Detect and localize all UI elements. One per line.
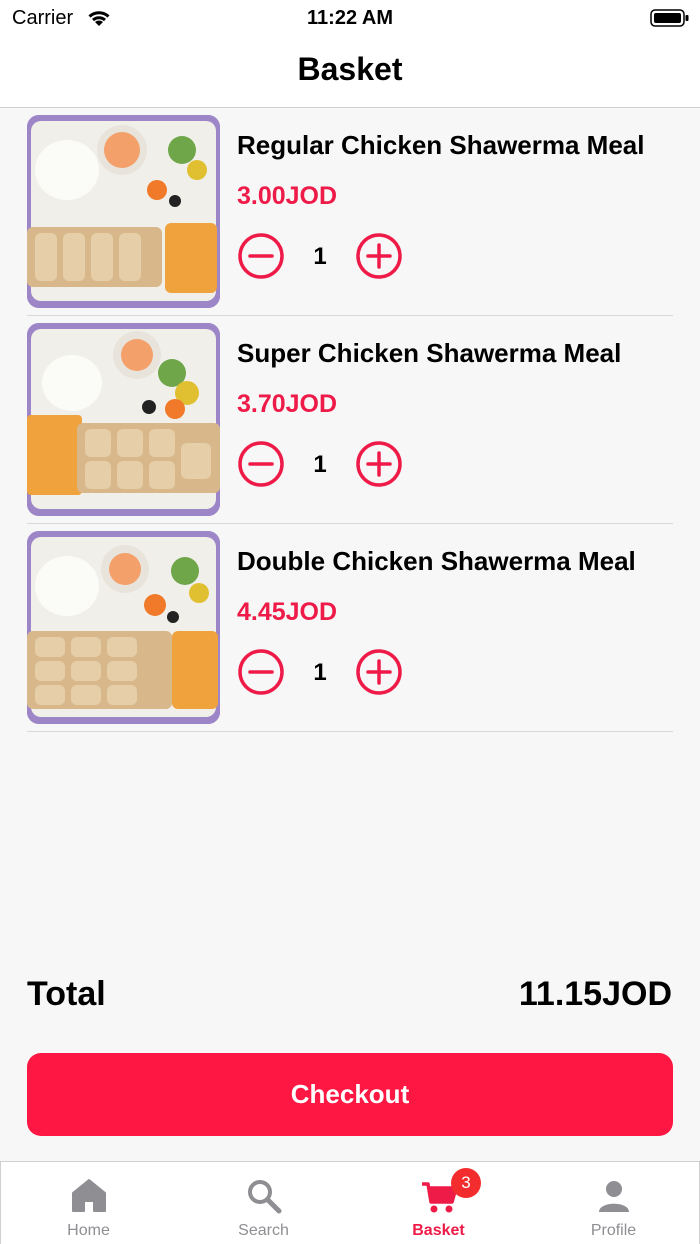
tab-profile[interactable]: Profile xyxy=(526,1162,700,1244)
status-bar: Carrier 11:22 AM xyxy=(0,0,700,36)
quantity-value: 1 xyxy=(313,243,327,270)
increase-quantity-button[interactable] xyxy=(355,232,403,280)
tab-search[interactable]: Search xyxy=(176,1162,351,1244)
item-name: Super Chicken Shawerma Meal xyxy=(237,338,622,368)
battery-icon xyxy=(650,9,689,27)
total-label: Total xyxy=(27,975,106,1013)
tab-label: Home xyxy=(67,1222,110,1239)
decrease-quantity-button[interactable] xyxy=(237,648,285,696)
item-name: Regular Chicken Shawerma Meal xyxy=(237,130,645,160)
meal-image xyxy=(27,115,220,308)
tab-label: Search xyxy=(238,1222,289,1239)
cart-count-badge: 3 xyxy=(451,1168,481,1198)
meal-image xyxy=(27,323,220,516)
status-time: 11:22 AM xyxy=(307,7,393,29)
quantity-value: 1 xyxy=(313,451,327,478)
tab-home[interactable]: Home xyxy=(1,1162,176,1244)
item-price: 3.70JOD xyxy=(237,390,338,418)
item-price: 3.00JOD xyxy=(237,182,338,210)
basket-item: Regular Chicken Shawerma Meal 3.00JOD 1 xyxy=(27,108,673,316)
increase-quantity-button[interactable] xyxy=(355,440,403,488)
basket-item: Super Chicken Shawerma Meal 3.70JOD 1 xyxy=(27,316,673,524)
item-price: 4.45JOD xyxy=(237,598,338,626)
tab-bar: Home Search 3 Basket Profile xyxy=(0,1161,700,1244)
search-icon xyxy=(248,1180,282,1214)
person-icon xyxy=(599,1181,629,1212)
navigation-bar: Basket xyxy=(0,36,700,108)
item-name: Double Chicken Shawerma Meal xyxy=(237,546,636,576)
total-value: 11.15JOD xyxy=(518,975,672,1013)
tab-label: Profile xyxy=(590,1222,637,1239)
home-icon xyxy=(72,1179,106,1212)
basket-item: Double Chicken Shawerma Meal 4.45JOD 1 xyxy=(27,524,673,732)
tab-label: Basket xyxy=(412,1222,465,1239)
page-title: Basket xyxy=(297,51,403,87)
decrease-quantity-button[interactable] xyxy=(237,440,285,488)
meal-image xyxy=(27,531,220,724)
quantity-value: 1 xyxy=(313,659,327,686)
checkout-button[interactable]: Checkout xyxy=(27,1053,673,1136)
tab-basket[interactable]: 3 Basket xyxy=(351,1162,526,1244)
increase-quantity-button[interactable] xyxy=(355,648,403,696)
decrease-quantity-button[interactable] xyxy=(237,232,285,280)
